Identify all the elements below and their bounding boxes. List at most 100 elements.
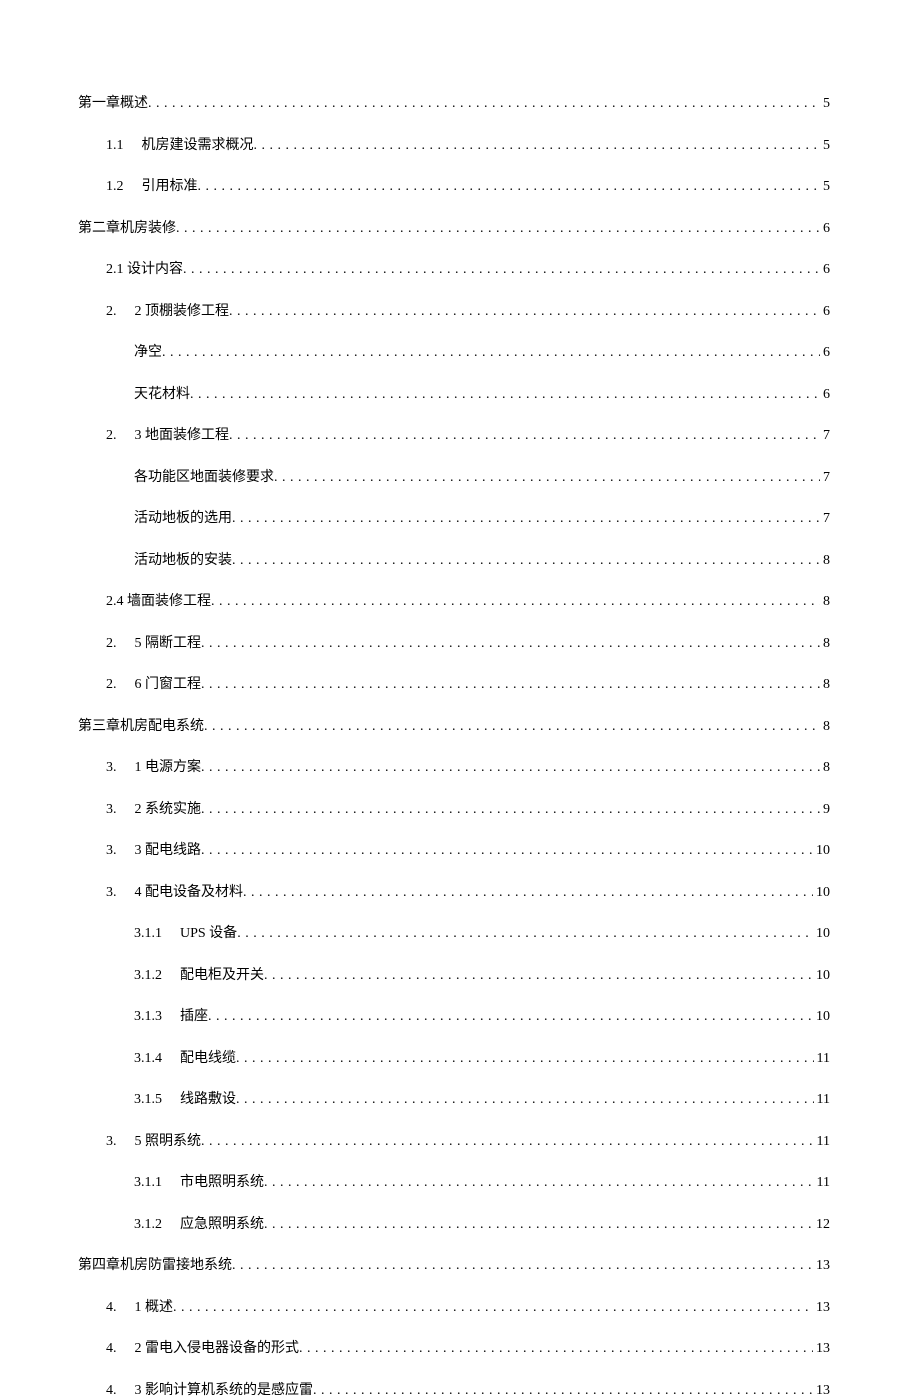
toc-entry-title: 5 照明系统 [135,1130,202,1150]
toc-entry[interactable]: 1.2引用标准5 [78,175,830,195]
toc-entry-page: 13 [813,1383,830,1399]
toc-entry-page: 8 [820,553,830,569]
toc-entry-number: 3.1.2 [134,1217,162,1233]
toc-entry-page: 8 [820,594,830,610]
toc-entry[interactable]: 第四章机房防雷接地系统13 [78,1254,830,1274]
dot-leader [208,1009,813,1025]
toc-entry-title: 天花材料 [134,383,190,403]
dot-leader [173,1300,813,1316]
dot-leader [264,1175,814,1191]
dot-leader [243,885,813,901]
dot-leader [236,1092,814,1108]
toc-entry-title: 各功能区地面装修要求 [134,466,274,486]
dot-leader [201,843,813,859]
toc-entry-title: 线路敷设 [180,1088,236,1108]
toc-entry[interactable]: 3.1.1UPS 设备10 [78,922,830,942]
toc-entry-number: 3. [106,1134,117,1150]
dot-leader [299,1341,813,1357]
toc-entry-page: 7 [820,470,830,486]
toc-entry[interactable]: 3. 5 照明系统 11 [78,1130,830,1150]
dot-leader [162,345,820,361]
toc-entry[interactable]: 净空6 [78,341,830,361]
toc-entry-number: 3. [106,760,117,776]
toc-entry-number: 4. [106,1383,117,1399]
toc-entry-title: 活动地板的选用 [134,507,232,527]
toc-entry-page: 11 [814,1134,830,1150]
toc-entry[interactable]: 2.6 门窗工程8 [78,673,830,693]
toc-entry-page: 10 [813,843,830,859]
toc-entry-number: 2. [106,636,117,652]
toc-entry[interactable]: 3.1.2应急照明系统12 [78,1213,830,1233]
toc-entry[interactable]: 2.4 墙面装修工程 8 [78,590,830,610]
toc-entry[interactable]: 2.5 隔断工程8 [78,632,830,652]
toc-entry-title: UPS 设备 [180,922,237,942]
toc-entry-number: 3.1.2 [134,968,162,984]
toc-entry-page: 6 [820,262,830,278]
toc-entry[interactable]: 3.1 电源方案8 [78,756,830,776]
toc-entry-title: 活动地板的安装 [134,549,232,569]
toc-entry-title: 2 顶棚装修工程 [135,300,230,320]
toc-entry-page: 8 [820,636,830,652]
toc-entry[interactable]: 活动地板的选用7 [78,507,830,527]
toc-entry[interactable]: 4.1 概述13 [78,1296,830,1316]
toc-entry[interactable]: 2.2 顶棚装修工程6 [78,300,830,320]
toc-entry-number: 3.1.5 [134,1092,162,1108]
table-of-contents: 第一章概述 5 1.1机房建设需求概况5 1.2引用标准5 第二章机房装修6 2.1 设计… [78,92,830,1399]
toc-entry-page: 8 [820,760,830,776]
toc-entry-page: 5 [820,96,830,112]
toc-entry[interactable]: 2.1 设计内容6 [78,258,830,278]
toc-entry[interactable]: 3.1.4配电线缆11 [78,1047,830,1067]
toc-entry-page: 13 [813,1341,830,1357]
toc-entry[interactable]: 2. 3 地面装修工程 7 [78,424,830,444]
toc-entry[interactable]: 4.2 雷电入侵电器设备的形式13 [78,1337,830,1357]
toc-entry-title: 配电柜及开关 [180,964,264,984]
toc-entry[interactable]: 3.1.5 线路敷设 11 [78,1088,830,1108]
toc-entry-title: 2 雷电入侵电器设备的形式 [135,1337,300,1357]
toc-entry[interactable]: 各功能区地面装修要求 7 [78,466,830,486]
toc-entry-title: 3 影响计算机系统的是感应雷 [135,1379,314,1399]
toc-entry-number: 3.1.4 [134,1051,162,1067]
dot-leader [229,304,820,320]
toc-entry[interactable]: 3.2 系统实施9 [78,798,830,818]
toc-entry-title: 第三章机房配电系统 [78,715,204,735]
toc-entry[interactable]: 第一章概述 5 [78,92,830,112]
toc-entry[interactable]: 4. 3 影响计算机系统的是感应雷 13 [78,1379,830,1399]
dot-leader [198,179,821,195]
toc-entry[interactable]: 3.1.2 配电柜及开关 10 [78,964,830,984]
toc-entry-page: 6 [820,345,830,361]
dot-leader [264,1217,813,1233]
dot-leader [254,138,821,154]
toc-entry[interactable]: 3.1.3插座10 [78,1005,830,1025]
dot-leader [229,428,820,444]
toc-entry-number: 2. [106,428,117,444]
dot-leader [201,1134,814,1150]
toc-entry-page: 7 [820,428,830,444]
toc-entry-page: 11 [814,1092,830,1108]
dot-leader [201,636,820,652]
dot-leader [232,511,820,527]
dot-leader [201,677,820,693]
toc-entry-title: 3 地面装修工程 [135,424,230,444]
toc-entry-page: 13 [813,1258,830,1274]
toc-entry-page: 8 [820,677,830,693]
toc-entry-number: 3. [106,843,117,859]
toc-entry[interactable]: 活动地板的安装 8 [78,549,830,569]
toc-entry-page: 11 [814,1051,830,1067]
toc-entry[interactable]: 1.1机房建设需求概况5 [78,134,830,154]
toc-entry-title: 1 概述 [135,1296,174,1316]
toc-entry-title: 2.4 墙面装修工程 [106,590,211,610]
dot-leader [274,470,820,486]
toc-entry-number: 2. [106,304,117,320]
toc-entry[interactable]: 第三章机房配电系统8 [78,715,830,735]
toc-entry[interactable]: 3.4 配电设备及材料10 [78,881,830,901]
toc-entry-page: 10 [813,968,830,984]
toc-entry[interactable]: 天花材料6 [78,383,830,403]
dot-leader [237,926,813,942]
toc-entry[interactable]: 第二章机房装修6 [78,217,830,237]
toc-entry[interactable]: 3.3 配电线路10 [78,839,830,859]
toc-entry-page: 13 [813,1300,830,1316]
dot-leader [313,1383,813,1399]
toc-entry-page: 6 [820,221,830,237]
toc-entry[interactable]: 3.1.1市电照明系统11 [78,1171,830,1191]
toc-entry-title: 第一章概述 [78,92,148,112]
